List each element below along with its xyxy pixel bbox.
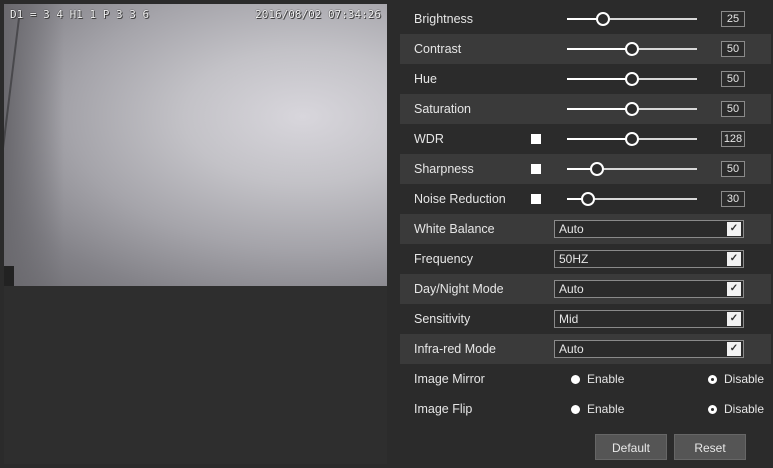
image-mirror-enable-label: Enable [587, 372, 625, 386]
noise-reduction-slider-knob[interactable] [580, 192, 595, 206]
saturation-label: Saturation [414, 102, 471, 116]
osd-datetime: 2016/08/02 07:34:26 [255, 8, 381, 21]
hue-label: Hue [414, 72, 437, 86]
row-contrast: Contrast 50 [400, 34, 771, 64]
chevron-down-icon[interactable]: ✓ [727, 222, 741, 236]
sensitivity-select[interactable]: Mid ✓ [554, 310, 744, 328]
day-night-mode-select[interactable]: Auto ✓ [554, 280, 744, 298]
saturation-value[interactable]: 50 [721, 101, 745, 117]
noise-reduction-slider[interactable] [567, 192, 697, 206]
image-flip-enable-label: Enable [587, 402, 625, 416]
row-noise-reduction: Noise Reduction 30 [400, 184, 771, 214]
contrast-value[interactable]: 50 [721, 41, 745, 57]
row-sensitivity: Sensitivity Mid ✓ [400, 304, 771, 334]
camera-preview: D1 = 3 4 H1 1 P 3 3 6 2016/08/02 07:34:2… [4, 4, 387, 286]
row-day-night-mode: Day/Night Mode Auto ✓ [400, 274, 771, 304]
wdr-slider[interactable] [567, 132, 697, 146]
row-brightness: Brightness 25 [400, 4, 771, 34]
infra-red-mode-select[interactable]: Auto ✓ [554, 340, 744, 358]
saturation-slider-knob[interactable] [625, 102, 639, 116]
infra-red-mode-value: Auto [559, 342, 584, 356]
sensitivity-value: Mid [559, 312, 579, 326]
image-flip-disable-radio[interactable]: Disable [708, 402, 764, 416]
preview-shade [4, 4, 64, 286]
day-night-mode-value: Auto [559, 282, 584, 296]
row-saturation: Saturation 50 [400, 94, 771, 124]
noise-reduction-checkbox[interactable] [531, 194, 541, 204]
radio-selected-icon[interactable] [571, 374, 580, 384]
brightness-value[interactable]: 25 [721, 11, 745, 27]
contrast-slider[interactable] [567, 42, 697, 56]
sensitivity-label: Sensitivity [414, 312, 471, 326]
image-mirror-disable-radio[interactable]: Disable [708, 372, 764, 386]
noise-reduction-value[interactable]: 30 [721, 191, 745, 207]
contrast-slider-knob[interactable] [625, 42, 639, 56]
image-mirror-label: Image Mirror [414, 372, 485, 386]
row-image-mirror: Image Mirror Enable Disable [400, 364, 771, 394]
white-balance-value: Auto [559, 222, 584, 236]
wdr-slider-knob[interactable] [625, 132, 639, 146]
sharpness-slider[interactable] [567, 162, 697, 176]
row-image-flip: Image Flip Enable Disable [400, 394, 771, 424]
saturation-slider[interactable] [567, 102, 697, 116]
default-button[interactable]: Default [595, 434, 667, 460]
radio-unselected-icon[interactable] [708, 374, 717, 384]
image-mirror-disable-label: Disable [724, 372, 765, 386]
brightness-slider-knob[interactable] [596, 12, 611, 26]
brightness-label: Brightness [414, 12, 474, 26]
row-sharpness: Sharpness 50 [400, 154, 771, 184]
frequency-select[interactable]: 50HZ ✓ [554, 250, 744, 268]
noise-reduction-label: Noise Reduction [414, 192, 506, 206]
wdr-label: WDR [414, 132, 444, 146]
reset-button[interactable]: Reset [674, 434, 746, 460]
row-wdr: WDR 128 [400, 124, 771, 154]
chevron-down-icon[interactable]: ✓ [727, 282, 741, 296]
white-balance-label: White Balance [414, 222, 495, 236]
row-hue: Hue 50 [400, 64, 771, 94]
day-night-mode-label: Day/Night Mode [414, 282, 504, 296]
frequency-value: 50HZ [559, 252, 589, 266]
radio-selected-icon[interactable] [571, 404, 580, 414]
frequency-label: Frequency [414, 252, 474, 266]
infra-red-mode-label: Infra-red Mode [414, 342, 496, 356]
sharpness-label: Sharpness [414, 162, 474, 176]
row-frequency: Frequency 50HZ ✓ [400, 244, 771, 274]
chevron-down-icon[interactable]: ✓ [727, 252, 741, 266]
image-flip-disable-label: Disable [724, 402, 765, 416]
hue-slider-knob[interactable] [625, 72, 639, 86]
image-settings-panel: Brightness 25 Contrast 50 Hue 50 Saturat… [400, 4, 771, 424]
row-infra-red-mode: Infra-red Mode Auto ✓ [400, 334, 771, 364]
sharpness-slider-knob[interactable] [589, 162, 604, 176]
row-white-balance: White Balance Auto ✓ [400, 214, 771, 244]
hue-slider[interactable] [567, 72, 697, 86]
image-flip-enable-radio[interactable]: Enable [571, 402, 624, 416]
wdr-value[interactable]: 128 [721, 131, 745, 147]
preview-corner [4, 266, 14, 286]
preview-osd: D1 = 3 4 H1 1 P 3 3 6 2016/08/02 07:34:2… [10, 8, 381, 22]
radio-unselected-icon[interactable] [708, 404, 717, 414]
image-flip-label: Image Flip [414, 402, 473, 416]
sharpness-value[interactable]: 50 [721, 161, 745, 177]
hue-value[interactable]: 50 [721, 71, 745, 87]
contrast-label: Contrast [414, 42, 462, 56]
white-balance-select[interactable]: Auto ✓ [554, 220, 744, 238]
image-mirror-enable-radio[interactable]: Enable [571, 372, 624, 386]
sharpness-checkbox[interactable] [531, 164, 541, 174]
preview-blank-area [4, 286, 387, 464]
chevron-down-icon[interactable]: ✓ [727, 342, 741, 356]
chevron-down-icon[interactable]: ✓ [727, 312, 741, 326]
brightness-slider[interactable] [567, 12, 697, 26]
wdr-checkbox[interactable] [531, 134, 541, 144]
osd-channel-info: D1 = 3 4 H1 1 P 3 3 6 [10, 8, 150, 21]
